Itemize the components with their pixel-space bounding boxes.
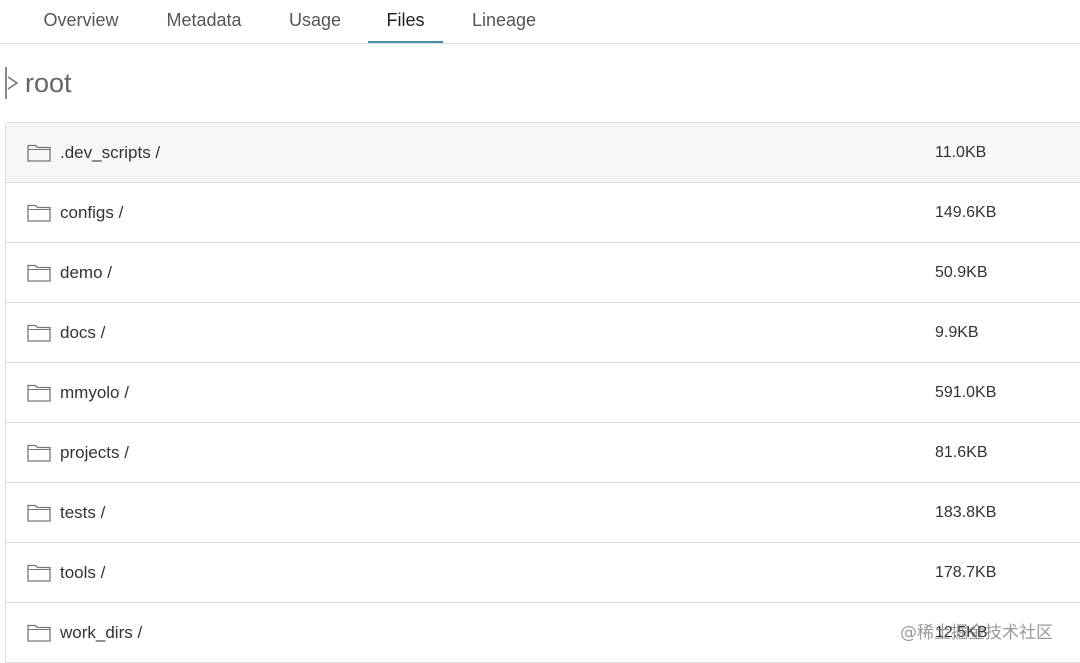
list-item[interactable]: docs / 9.9KB bbox=[6, 303, 1080, 363]
breadcrumb-root[interactable]: root bbox=[25, 65, 72, 101]
file-size: 81.6KB bbox=[935, 444, 988, 461]
file-name: mmyolo / bbox=[60, 383, 129, 402]
list-item[interactable]: tests / 183.8KB bbox=[6, 483, 1080, 543]
file-list: .dev_scripts / 11.0KB configs / 149.6KB … bbox=[5, 122, 1080, 663]
tab-usage[interactable]: Usage bbox=[289, 0, 341, 43]
file-size: 591.0KB bbox=[935, 384, 997, 401]
tab-bar: Overview Metadata Usage Files Lineage bbox=[0, 0, 1080, 44]
list-item[interactable]: .dev_scripts / 11.0KB bbox=[6, 123, 1080, 183]
folder-icon bbox=[27, 504, 51, 522]
chevron-right-icon bbox=[4, 65, 22, 101]
list-item[interactable]: tools / 178.7KB bbox=[6, 543, 1080, 603]
breadcrumb: root bbox=[4, 64, 72, 102]
file-size: 50.9KB bbox=[935, 264, 988, 281]
watermark: @稀土掘金技术社区 bbox=[900, 623, 1053, 643]
list-item[interactable]: projects / 81.6KB bbox=[6, 423, 1080, 483]
file-size: 149.6KB bbox=[935, 204, 997, 221]
folder-icon bbox=[27, 384, 51, 402]
file-size: 11.0KB bbox=[935, 144, 987, 161]
folder-icon bbox=[27, 264, 51, 282]
list-item[interactable]: mmyolo / 591.0KB bbox=[6, 363, 1080, 423]
folder-icon bbox=[27, 444, 51, 462]
tab-files[interactable]: Files bbox=[368, 0, 443, 43]
folder-icon bbox=[27, 204, 51, 222]
tab-overview[interactable]: Overview bbox=[43, 0, 119, 43]
folder-icon bbox=[27, 324, 51, 342]
file-name: demo / bbox=[60, 263, 112, 282]
file-name: docs / bbox=[60, 323, 106, 342]
file-name: projects / bbox=[60, 443, 129, 462]
folder-icon bbox=[27, 144, 51, 162]
file-name: tools / bbox=[60, 563, 106, 582]
folder-icon bbox=[27, 624, 51, 642]
list-item[interactable]: demo / 50.9KB bbox=[6, 243, 1080, 303]
file-name: .dev_scripts / bbox=[60, 143, 161, 162]
list-item[interactable]: configs / 149.6KB bbox=[6, 183, 1080, 243]
file-size: 183.8KB bbox=[935, 504, 997, 521]
tab-metadata[interactable]: Metadata bbox=[166, 0, 242, 43]
file-name: work_dirs / bbox=[60, 623, 143, 642]
file-name: configs / bbox=[60, 203, 124, 222]
file-size: 178.7KB bbox=[935, 564, 997, 581]
tab-lineage[interactable]: Lineage bbox=[472, 0, 536, 43]
file-name: tests / bbox=[60, 503, 106, 522]
folder-icon bbox=[27, 564, 51, 582]
file-size: 9.9KB bbox=[935, 324, 979, 341]
